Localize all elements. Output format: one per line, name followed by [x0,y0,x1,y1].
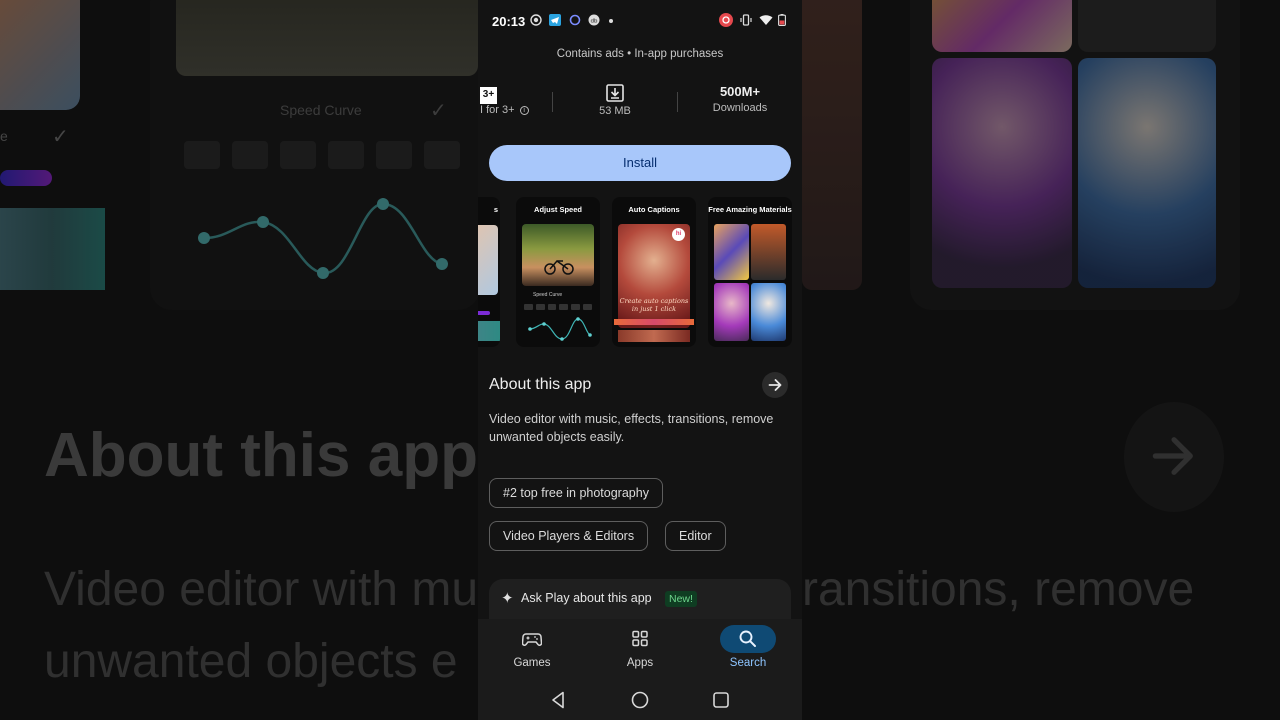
screenshot-image [478,311,490,315]
material-thumb [751,283,786,341]
nav-label: Games [513,657,551,669]
app-meta-info: Contains ads • In-app purchases [556,48,724,60]
downloads-stat: 500M+ Downloads [696,84,784,114]
size-stat: 53 MB [574,84,656,117]
screen: e ✓ Speed Curve ✓ About this app Video e… [0,0,1280,720]
screenshot-title: Adjust Speed [534,205,582,214]
screenshots-carousel[interactable]: s Adjust Speed Speed Curve Auto Captions… [478,197,802,347]
screenshot-title: Free Amazing Materials [708,205,792,214]
telegram-icon [549,14,561,26]
screenshot-card[interactable]: s [478,197,500,347]
system-navigation-bar [478,681,802,720]
screenshot-card[interactable]: Auto Captions hi Create auto captions in… [612,197,696,347]
screenshot-title: s [493,205,498,214]
nav-search[interactable]: Search [694,619,802,681]
downloads-label: Downloads [712,102,768,114]
screenshot-caption: Create auto captions in just 1 click [619,297,689,313]
nav-label: Search [729,657,767,669]
screenshot-image [618,330,690,342]
screenshot-speed-graph [528,317,592,341]
screen-record-icon [719,13,733,27]
info-icon[interactable]: i [519,105,529,115]
about-description: Video editor with music, effects, transi… [489,412,774,444]
arrow-right-icon [768,379,782,391]
screenshot-image [478,321,500,341]
battery-icon [778,14,786,26]
search-icon [739,630,756,647]
phone-screen: 20:13 db Contains ads • In-app purchases… [478,0,802,720]
home-icon[interactable] [629,689,651,711]
nav-label: Apps [626,657,654,669]
more-notifications-dot [609,19,613,23]
rating-stat[interactable]: 3+ I for 3+ i [478,84,552,116]
screenshot-caption-bar [614,319,694,325]
content-rating-badge: 3+ [480,87,497,104]
ask-play-label: Ask Play about this app [521,591,652,605]
recents-icon[interactable] [710,689,732,711]
download-size-icon [606,84,624,102]
wifi-icon [759,15,773,25]
stats-divider [552,92,553,112]
downloads-value: 500M+ [719,84,761,99]
nav-apps[interactable]: Apps [586,619,694,681]
new-badge: New! [665,591,697,607]
app-logo-icon: hi [672,228,685,241]
content-rating-label: I for 3+ [480,104,515,116]
screenshot-presets [524,304,592,310]
apps-grid-icon [632,630,648,647]
material-thumb [714,224,749,280]
record-icon [530,14,542,26]
bottom-navigation: Games Apps Search [478,619,802,681]
about-section-title: About this app [489,376,592,393]
screenshot-speed-label: Speed Curve [533,292,563,298]
ranking-chip[interactable]: #2 top free in photography [489,478,663,508]
app-notification-icon: db [588,14,600,26]
vibrate-icon [740,14,752,26]
gamepad-icon [522,633,542,646]
install-button[interactable]: Install [489,145,791,181]
status-bar: 20:13 db [478,0,802,40]
nav-games[interactable]: Games [478,619,586,681]
cyclist-icon [544,259,574,275]
material-thumb [751,224,786,280]
category-chip[interactable]: Video Players & Editors [489,521,649,551]
material-thumb [714,283,749,341]
screenshot-card[interactable]: Free Amazing Materials [708,197,792,347]
screenshot-card[interactable]: Adjust Speed Speed Curve [516,197,600,347]
app-stats-row: 3+ I for 3+ i 53 MB 500M+ Downloads [478,84,802,124]
about-arrow-button[interactable] [762,372,788,398]
screenshot-image [478,225,498,295]
tag-chip[interactable]: Editor [665,521,726,551]
assistant-icon [569,14,581,26]
stats-divider [677,92,678,112]
screenshot-title: Auto Captions [628,205,680,214]
status-time: 20:13 [492,14,526,29]
app-size-label: 53 MB [599,105,631,117]
sparkle-icon: ✦ [501,590,514,607]
svg-text:db: db [591,18,598,24]
back-icon[interactable] [548,689,570,711]
ask-play-card[interactable]: ✦ Ask Play about this app New! [489,579,791,619]
